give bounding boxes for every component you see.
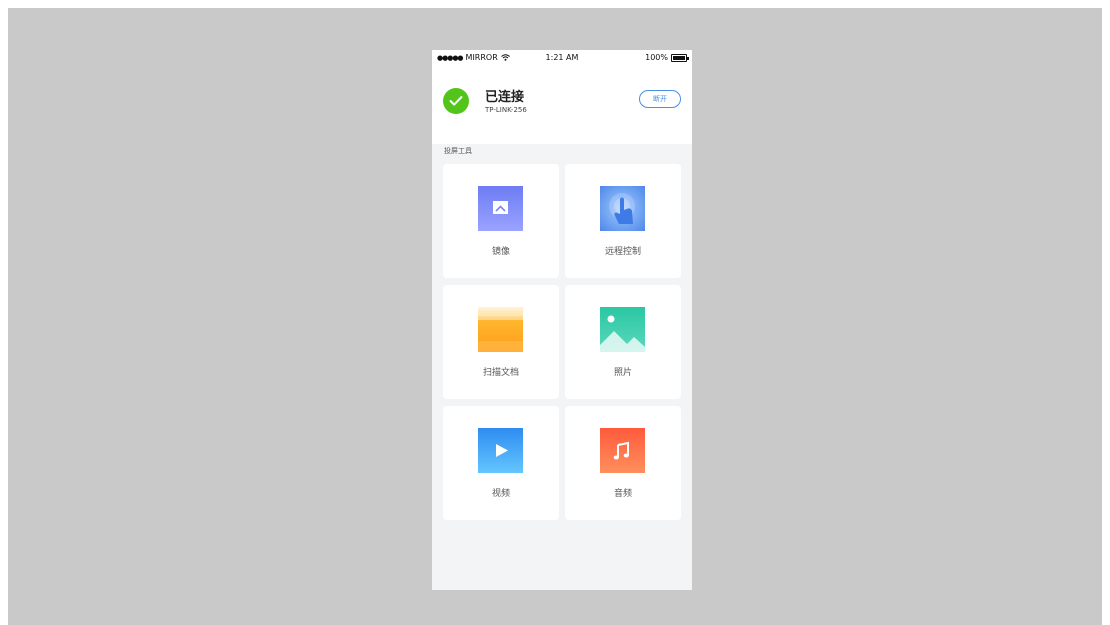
remote-control-icon	[600, 186, 645, 231]
device-name: TP-LINK-256	[485, 106, 527, 114]
photo-icon	[600, 307, 645, 352]
tool-tile-remote-control[interactable]: 远程控制	[565, 164, 681, 278]
connection-header: 已连接 TP-LINK-256 断开	[432, 66, 692, 144]
connection-status: 已连接	[485, 90, 525, 105]
tool-tile-photo[interactable]: 照片	[565, 285, 681, 399]
connected-check-icon	[443, 88, 469, 114]
tool-label: 音频	[613, 489, 632, 499]
disconnect-button[interactable]: 断开	[639, 90, 681, 108]
phone-screen: ●●●●● MIRROR 1:21 AM 100% 已连接 TP-LINK-25…	[432, 50, 692, 590]
scan-document-icon	[478, 307, 523, 352]
status-bar: ●●●●● MIRROR 1:21 AM 100%	[432, 50, 692, 66]
battery-icon	[671, 53, 689, 62]
tool-tile-audio[interactable]: 音频	[565, 406, 681, 520]
tool-label: 照片	[613, 368, 632, 378]
tool-label: 扫描文档	[482, 368, 519, 378]
battery-percent: 100%	[645, 53, 668, 62]
mirror-icon	[478, 186, 523, 231]
tool-label: 镜像	[491, 247, 510, 257]
section-title: 投屏工具	[444, 147, 472, 155]
status-bar-right: 100%	[645, 53, 689, 62]
video-icon	[478, 428, 523, 473]
tool-label: 远程控制	[604, 247, 641, 257]
tool-tile-scan-document[interactable]: 扫描文档	[443, 285, 559, 399]
audio-icon	[600, 428, 645, 473]
tool-label: 视频	[491, 489, 510, 499]
tool-tile-mirror[interactable]: 镜像	[443, 164, 559, 278]
tool-tile-video[interactable]: 视频	[443, 406, 559, 520]
